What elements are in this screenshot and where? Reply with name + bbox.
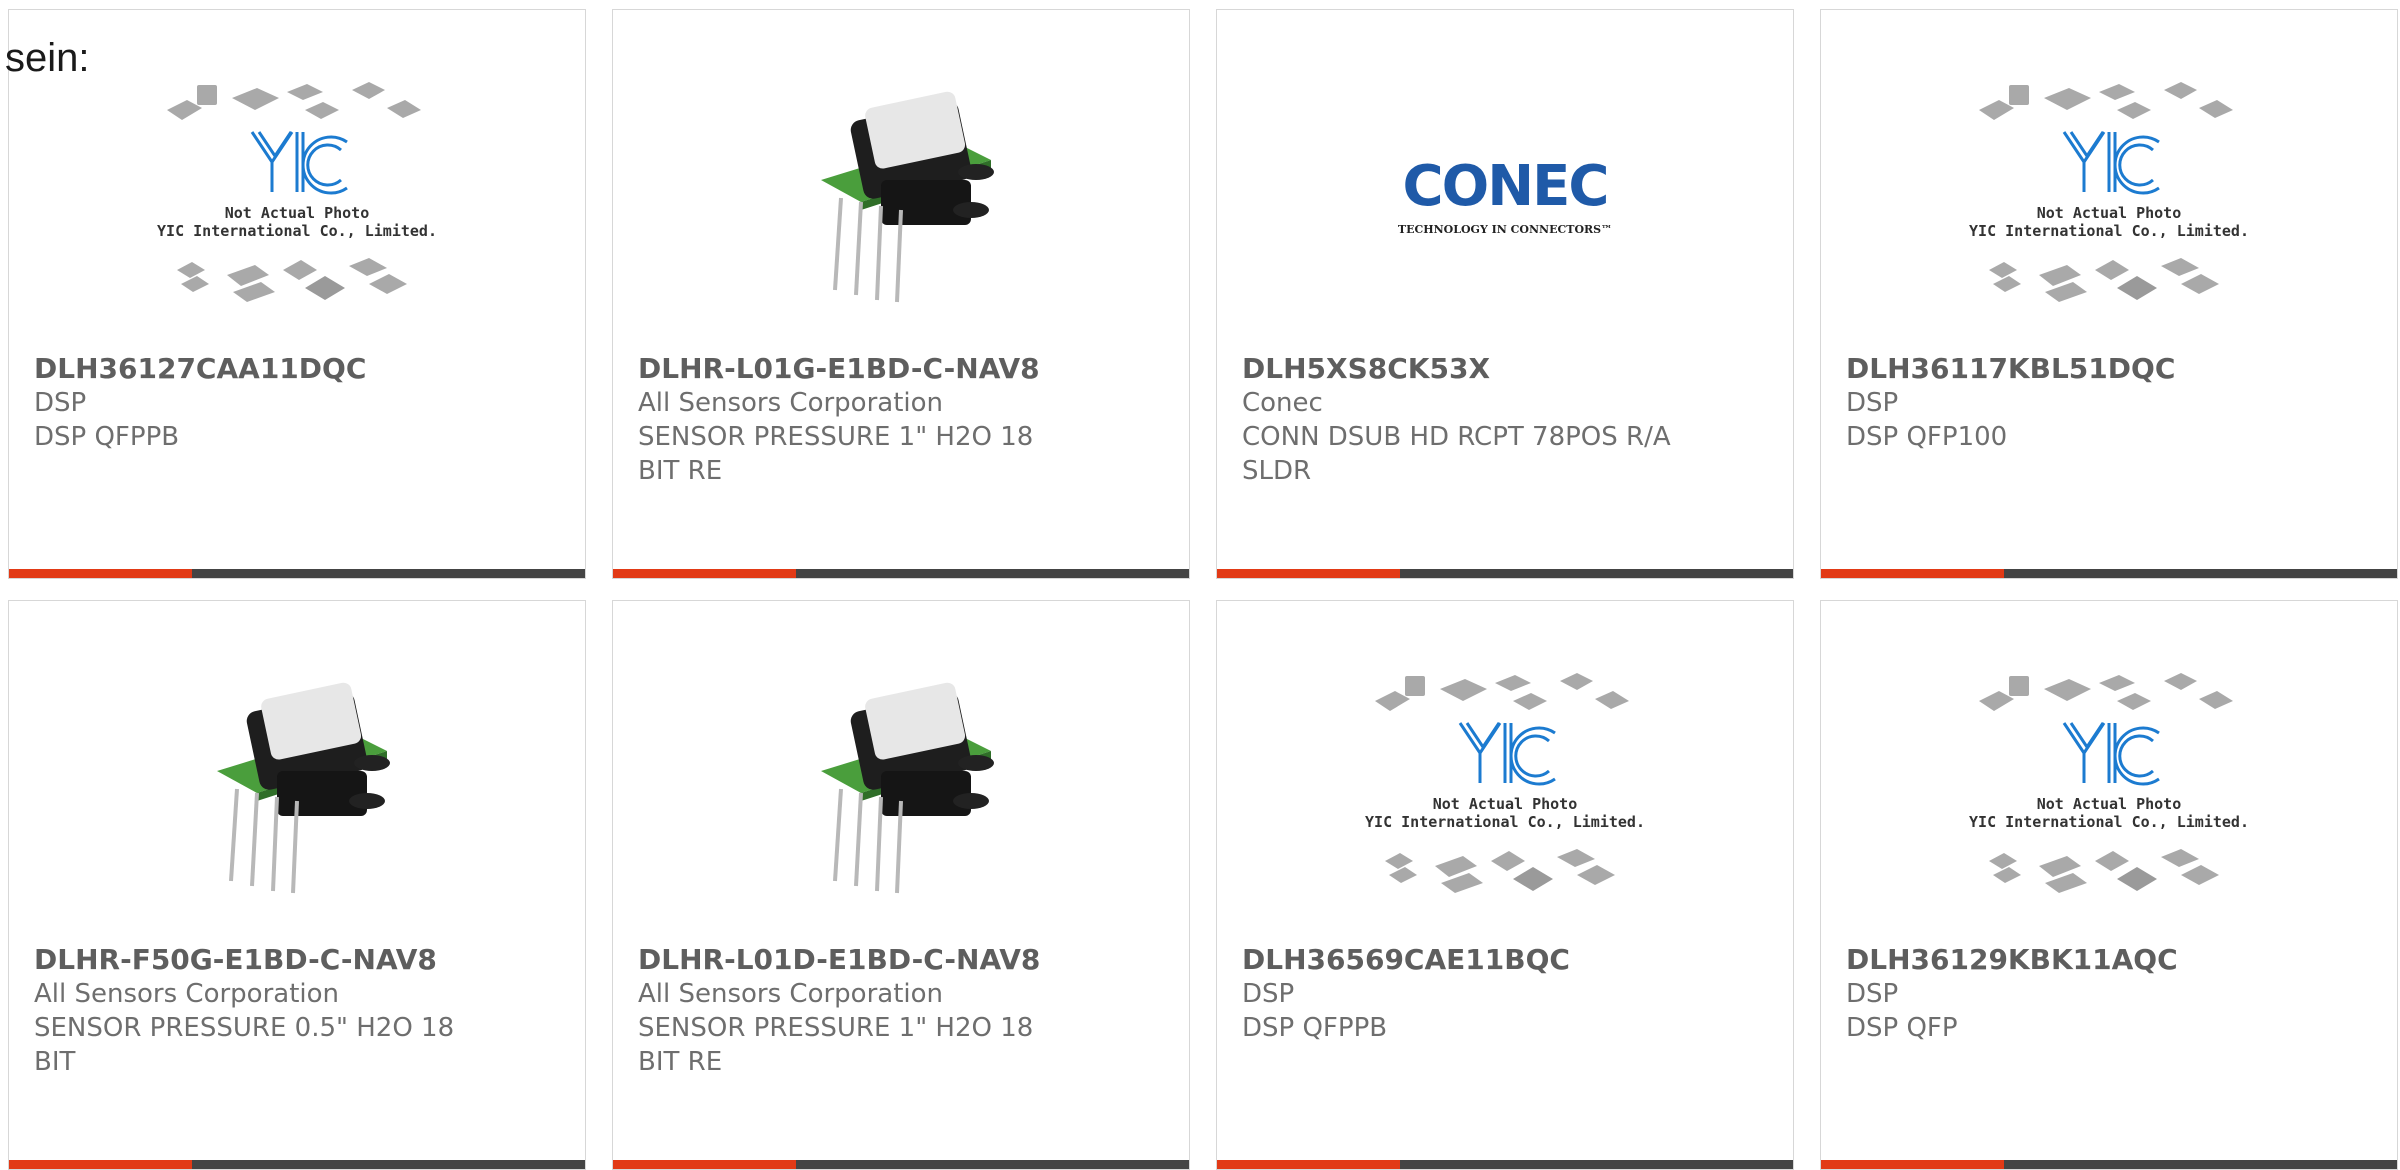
svg-text:YIC International Co., Limited: YIC International Co., Limited. (1969, 813, 2249, 831)
product-info: DLH36569CAE11BQC DSP DSP QFPPB (1242, 943, 1773, 1045)
card-accent-bar (1217, 1160, 1793, 1169)
card-accent-bar (1821, 1160, 2397, 1169)
pressure-sensor-image (821, 91, 994, 303)
part-number-link[interactable]: DLHR-L01D-E1BD-C-NAV8 (638, 943, 1169, 977)
card-accent-bar-highlight (1821, 569, 2004, 578)
part-number-link[interactable]: DLHR-F50G-E1BD-C-NAV8 (34, 943, 565, 977)
manufacturer-name: All Sensors Corporation (638, 388, 944, 418)
product-image[interactable]: Not Actual Photo YIC International Co., … (1821, 641, 2397, 941)
product-info: DLH36127CAA11DQC DSP DSP QFPPB (34, 352, 565, 454)
part-number-link[interactable]: DLH36569CAE11BQC (1242, 943, 1773, 977)
card-accent-bar-highlight (9, 569, 192, 578)
manufacturer-name: All Sensors Corporation (34, 979, 340, 1009)
card-accent-bar (613, 1160, 1189, 1169)
product-description: DSP QFP (1846, 1013, 1958, 1043)
conec-logo: CONEC TECHNOLOGY IN CONNECTORS™ (1398, 155, 1612, 236)
manufacturer-name: DSP (1846, 388, 1899, 418)
svg-text:CONEC: CONEC (1403, 155, 1608, 219)
manufacturer-name: All Sensors Corporation (638, 979, 944, 1009)
product-description: SENSOR PRESSURE 1" H2O 18 BIT RE (638, 1013, 1034, 1077)
card-accent-bar-highlight (9, 1160, 192, 1169)
product-info: DLHR-L01G-E1BD-C-NAV8 All Sensors Corpora… (638, 352, 1169, 488)
product-info: DLH5XS8CK53X Conec CONN DSUB HD RCPT 78POS… (1242, 352, 1773, 488)
svg-text:YIC International Co., Limited: YIC International Co., Limited. (157, 222, 437, 240)
product-info: DLHR-L01D-E1BD-C-NAV8 All Sensors Corpora… (638, 943, 1169, 1079)
pressure-sensor-image (217, 682, 390, 894)
part-number-link[interactable]: DLH36129KBK11AQC (1846, 943, 2377, 977)
product-card[interactable]: DLHR-F50G-E1BD-C-NAV8 All Sensors Corpora… (8, 600, 586, 1170)
product-description: DSP QFPPB (34, 422, 180, 452)
chip-placeholder-icon: Not Actual Photo YIC International Co., … (1969, 82, 2249, 302)
lead-text: sein: (5, 36, 90, 80)
product-image[interactable]: CONEC TECHNOLOGY IN CONNECTORS™ (1217, 50, 1793, 350)
product-description: SENSOR PRESSURE 1" H2O 18 BIT RE (638, 422, 1034, 486)
chip-placeholder-icon: Not Actual Photo YIC International Co., … (1969, 673, 2249, 893)
svg-text:YIC International Co., Limited: YIC International Co., Limited. (1365, 813, 1645, 831)
card-accent-bar (1821, 569, 2397, 578)
product-card[interactable]: Not Actual Photo YIC International Co., … (1820, 600, 2398, 1170)
product-image[interactable] (9, 641, 585, 941)
product-card[interactable]: Not Actual Photo YIC International Co., … (1820, 9, 2398, 579)
product-description: DSP QFPPB (1242, 1013, 1388, 1043)
part-number-link[interactable]: DLH36117KBL51DQC (1846, 352, 2377, 386)
card-accent-bar (9, 569, 585, 578)
chip-placeholder-icon: Not Actual Photo YIC International Co., … (157, 82, 437, 302)
manufacturer-name: DSP (1242, 979, 1295, 1009)
product-info: DLHR-F50G-E1BD-C-NAV8 All Sensors Corpora… (34, 943, 565, 1079)
card-accent-bar-highlight (1821, 1160, 2004, 1169)
product-description: SENSOR PRESSURE 0.5" H2O 18 BIT (34, 1013, 455, 1077)
pressure-sensor-image (821, 682, 994, 894)
chip-placeholder-icon: Not Actual Photo YIC International Co., … (1365, 673, 1645, 893)
card-accent-bar (613, 569, 1189, 578)
product-card[interactable]: DLHR-L01G-E1BD-C-NAV8 All Sensors Corpora… (612, 9, 1190, 579)
product-card[interactable]: Not Actual Photo YIC International Co., … (8, 9, 586, 579)
part-number-link[interactable]: DLH5XS8CK53X (1242, 352, 1773, 386)
part-number-link[interactable]: DLHR-L01G-E1BD-C-NAV8 (638, 352, 1169, 386)
manufacturer-name: DSP (1846, 979, 1899, 1009)
svg-text:Not Actual Photo: Not Actual Photo (1433, 795, 1578, 813)
product-image[interactable]: Not Actual Photo YIC International Co., … (1821, 50, 2397, 350)
card-accent-bar-highlight (1217, 1160, 1400, 1169)
product-image[interactable] (613, 50, 1189, 350)
product-card[interactable]: Not Actual Photo YIC International Co., … (1216, 600, 1794, 1170)
product-info: DLH36129KBK11AQC DSP DSP QFP (1846, 943, 2377, 1045)
svg-text:YIC International Co., Limited: YIC International Co., Limited. (1969, 222, 2249, 240)
product-card[interactable]: DLHR-L01D-E1BD-C-NAV8 All Sensors Corpora… (612, 600, 1190, 1170)
product-card[interactable]: CONEC TECHNOLOGY IN CONNECTORS™ DLH5XS8C… (1216, 9, 1794, 579)
part-number-link[interactable]: DLH36127CAA11DQC (34, 352, 565, 386)
manufacturer-name: DSP (34, 388, 87, 418)
svg-text:Not Actual Photo: Not Actual Photo (2037, 204, 2182, 222)
product-image[interactable] (613, 641, 1189, 941)
svg-text:Not Actual Photo: Not Actual Photo (225, 204, 370, 222)
card-accent-bar (1217, 569, 1793, 578)
card-accent-bar-highlight (1217, 569, 1400, 578)
svg-text:Not Actual Photo: Not Actual Photo (2037, 795, 2182, 813)
product-grid: Not Actual Photo YIC International Co., … (0, 0, 2400, 1170)
card-accent-bar-highlight (613, 1160, 796, 1169)
svg-text:TECHNOLOGY IN CONNECTORS™: TECHNOLOGY IN CONNECTORS™ (1398, 223, 1612, 236)
product-description: CONN DSUB HD RCPT 78POS R/A SLDR (1242, 422, 1671, 486)
card-accent-bar (9, 1160, 585, 1169)
card-accent-bar-highlight (613, 569, 796, 578)
manufacturer-name: Conec (1242, 388, 1323, 418)
product-image[interactable]: Not Actual Photo YIC International Co., … (1217, 641, 1793, 941)
product-info: DLH36117KBL51DQC DSP DSP QFP100 (1846, 352, 2377, 454)
product-image[interactable]: Not Actual Photo YIC International Co., … (9, 50, 585, 350)
product-description: DSP QFP100 (1846, 422, 2008, 452)
